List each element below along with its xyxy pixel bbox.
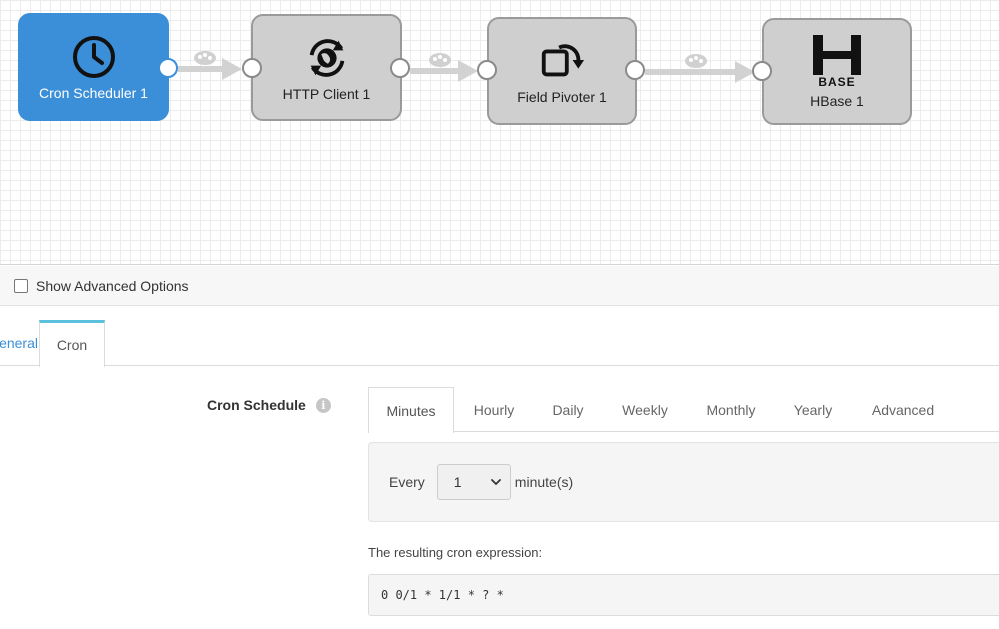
tab-cron[interactable]: Cron <box>39 320 105 367</box>
hbase-logo: BASE <box>809 35 865 89</box>
cron-tab-advanced[interactable]: Advanced <box>858 387 948 432</box>
stage-label: HTTP Client 1 <box>282 85 371 102</box>
data-stream-icon <box>429 53 451 67</box>
pivot-icon <box>538 37 586 85</box>
stream-connector[interactable] <box>410 68 462 74</box>
info-icon[interactable]: i <box>315 397 331 413</box>
field-label-text: Cron Schedule <box>207 397 306 413</box>
stage-label: HBase 1 <box>810 92 864 109</box>
show-advanced-label[interactable]: Show Advanced Options <box>36 278 189 294</box>
tab-label: Weekly <box>622 401 668 418</box>
output-port[interactable] <box>158 58 178 78</box>
stage-label: Field Pivoter 1 <box>517 89 607 105</box>
cron-tab-minutes[interactable]: Minutes <box>368 387 454 433</box>
stage-cron-scheduler[interactable]: Cron Scheduler 1 <box>18 13 169 121</box>
pipeline-canvas[interactable]: Cron Scheduler 1 HTTP Client 1 Field Piv… <box>0 0 999 265</box>
tab-label: Daily <box>552 401 584 418</box>
cron-schedule-label: Cron Schedule i <box>207 397 331 413</box>
output-port[interactable] <box>390 58 410 78</box>
stage-http-client[interactable]: HTTP Client 1 <box>251 14 402 121</box>
show-advanced-checkbox[interactable] <box>14 278 28 293</box>
hbase-logo-text: BASE <box>818 75 856 89</box>
globe-sync-icon <box>303 34 351 82</box>
stage-label: Cron Scheduler 1 <box>39 85 148 101</box>
minutes-select-value: 1 <box>453 474 462 490</box>
tab-label: Cron <box>56 337 88 353</box>
connector-arrow <box>222 58 242 80</box>
data-stream-icon <box>685 54 707 68</box>
input-port[interactable] <box>477 60 497 80</box>
minutes-select[interactable]: 1 <box>436 464 511 500</box>
tab-label: Monthly <box>706 401 756 418</box>
cron-tab-daily[interactable]: Daily <box>536 387 600 432</box>
cron-tab-monthly[interactable]: Monthly <box>690 387 772 432</box>
stream-connector[interactable] <box>645 69 745 75</box>
stage-field-pivoter[interactable]: Field Pivoter 1 <box>487 17 637 125</box>
input-port[interactable] <box>752 61 772 81</box>
cron-tab-hourly[interactable]: Hourly <box>458 387 530 432</box>
input-port[interactable] <box>242 58 262 78</box>
cron-tab-yearly[interactable]: Yearly <box>780 387 846 432</box>
tab-general[interactable]: General <box>0 320 38 366</box>
cron-tab-weekly[interactable]: Weekly <box>608 387 682 432</box>
result-label: The resulting cron expression: <box>368 545 543 560</box>
clock-icon <box>70 33 118 81</box>
connector-arrow <box>458 60 478 82</box>
chevron-down-icon <box>490 479 501 485</box>
tab-label: Yearly <box>793 401 833 418</box>
output-port[interactable] <box>625 60 645 80</box>
stream-connector[interactable] <box>178 66 228 72</box>
cron-expression-text: 0 0/1 * 1/1 * ? * <box>381 588 504 602</box>
tab-label: Minutes <box>386 402 436 419</box>
advanced-options-bar: Show Advanced Options <box>0 266 999 306</box>
minutes-panel: Every 1 minute(s) <box>368 442 999 522</box>
cron-expression-output[interactable]: 0 0/1 * 1/1 * ? * <box>368 574 999 616</box>
unit-label: minute(s) <box>514 474 574 490</box>
stage-hbase[interactable]: BASE HBase 1 <box>762 18 912 125</box>
config-tabs: General Cron <box>0 320 999 367</box>
tab-label: Hourly <box>473 401 515 418</box>
every-label: Every <box>389 474 425 490</box>
tab-label: Advanced <box>871 401 935 418</box>
data-stream-icon <box>194 51 216 65</box>
cron-frequency-tabs: Minutes Hourly Daily Weekly Monthly Year… <box>368 387 999 433</box>
tab-label: General <box>0 335 38 351</box>
